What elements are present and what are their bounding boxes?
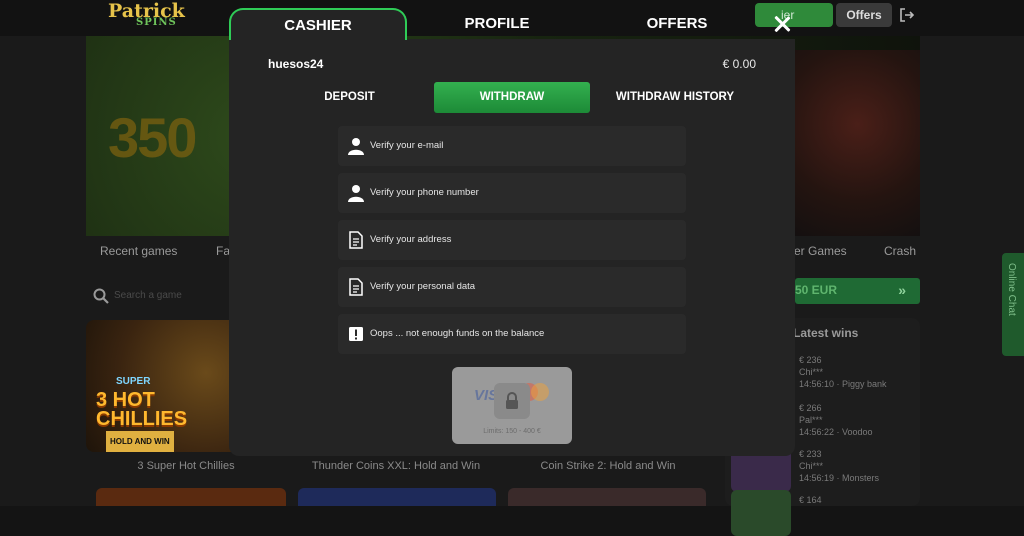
game-search[interactable]: Search a game xyxy=(90,287,230,307)
game-card[interactable] xyxy=(96,488,286,506)
nav-recent-games[interactable]: Recent games xyxy=(100,244,177,258)
win-item: € 233Chi***14:56:19 · Monsters xyxy=(799,448,879,484)
payment-method-card[interactable]: VISA Limits: 150 - 400 € xyxy=(452,367,572,444)
promo-bar-label: 50 EUR xyxy=(795,283,837,297)
verify-label: Verify your phone number xyxy=(370,187,479,198)
promo-bar[interactable]: 50 EUR » xyxy=(795,278,920,304)
logout-icon[interactable] xyxy=(898,6,916,24)
subtab-withdraw-history[interactable]: WITHDRAW HISTORY xyxy=(604,82,746,113)
verify-email-row[interactable]: Verify your e-mail xyxy=(338,126,686,166)
subtab-withdraw[interactable]: WITHDRAW xyxy=(434,82,590,113)
game-card[interactable] xyxy=(298,488,496,506)
win-item: € 266Pal***14:56:22 · Voodoo xyxy=(799,402,873,438)
mastercard-logo xyxy=(531,383,549,401)
tab-offers[interactable]: OFFERS xyxy=(587,8,767,40)
user-icon xyxy=(348,184,364,202)
double-chevron-icon: » xyxy=(898,282,906,298)
payment-limits: Limits: 150 - 400 € xyxy=(452,428,572,435)
nav-crash[interactable]: Crash xyxy=(884,244,916,258)
verify-phone-row[interactable]: Verify your phone number xyxy=(338,173,686,213)
header-offers-button[interactable]: Offers xyxy=(836,3,892,27)
lock-icon xyxy=(494,383,530,419)
nav-favourites[interactable]: Fa xyxy=(216,244,230,258)
close-icon[interactable] xyxy=(771,13,793,35)
game-card[interactable] xyxy=(508,488,706,506)
search-placeholder: Search a game xyxy=(114,290,182,301)
insufficient-funds-row: Oops ... not enough funds on the balance xyxy=(338,314,686,354)
latest-wins-title: Latest wins xyxy=(793,326,858,340)
search-icon xyxy=(92,287,110,305)
balance: € 0.00 xyxy=(700,57,756,71)
win-item: € 236Chi***14:56:10 · Piggy bank xyxy=(799,354,887,390)
tab-cashier[interactable]: CASHIER xyxy=(229,8,407,40)
verify-label: Oops ... not enough funds on the balance xyxy=(370,328,544,339)
win-thumb[interactable] xyxy=(731,490,791,536)
user-icon xyxy=(348,137,364,155)
verify-label: Verify your address xyxy=(370,234,451,245)
win-item: € 164 xyxy=(799,494,822,506)
site-logo[interactable]: PatrickSPINS xyxy=(108,2,188,32)
verify-address-row[interactable]: Verify your address xyxy=(338,220,686,260)
game-label[interactable]: Coin Strike 2: Hold and Win xyxy=(508,460,708,472)
online-chat-tab[interactable]: Online Chat xyxy=(1002,253,1024,356)
tab-profile[interactable]: PROFILE xyxy=(407,8,587,40)
warning-icon xyxy=(348,325,364,343)
game-card-art: SUPER 3 HOT CHILLIES HOLD AND WIN xyxy=(96,372,206,452)
nav-other-games[interactable]: er Games xyxy=(794,244,847,258)
banner-amount: 350 xyxy=(108,105,195,170)
verify-personal-data-row[interactable]: Verify your personal data xyxy=(338,267,686,307)
modal-tabs: CASHIER PROFILE OFFERS xyxy=(229,8,795,40)
verify-label: Verify your personal data xyxy=(370,281,475,292)
game-label[interactable]: 3 Super Hot Chillies xyxy=(86,460,286,472)
verify-label: Verify your e-mail xyxy=(370,140,443,151)
username: huesos24 xyxy=(268,57,323,71)
document-icon xyxy=(348,231,364,249)
game-label[interactable]: Thunder Coins XXL: Hold and Win xyxy=(296,460,496,472)
promo-banner-right xyxy=(795,50,920,236)
document-icon xyxy=(348,278,364,296)
subtab-deposit[interactable]: DEPOSIT xyxy=(288,82,411,113)
